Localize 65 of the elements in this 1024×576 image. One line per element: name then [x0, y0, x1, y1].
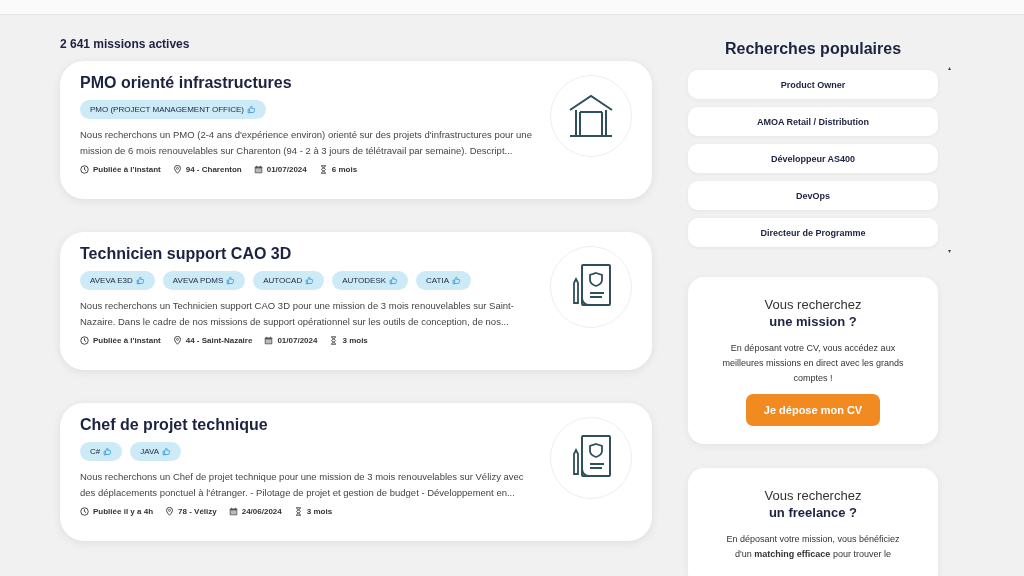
mission-description: Nous recherchons un Chef de projet technique pour une mission de 3 mois renouvelables sur Vélizy avec des déplacements ponctuel à l'étranger. - Pilotage de projet et gestion de budget - Développement en... — [80, 470, 525, 500]
published-time: Publiée à l'instant — [93, 165, 161, 174]
thumbs-up-icon — [452, 276, 462, 285]
thumbs-up-icon — [226, 276, 236, 285]
mission-title[interactable]: Chef de projet technique — [80, 416, 550, 434]
clock-icon — [80, 165, 89, 174]
popular-search-button[interactable]: Développeur AS400 — [688, 144, 938, 173]
thumbs-up-icon — [246, 105, 256, 114]
location: 44 - Saint-Nazaire — [185, 336, 253, 345]
clock-icon — [80, 336, 89, 345]
promo-text: En déposant votre CV, vous accédez aux meilleures missions en direct avec les grands comptes ! — [722, 342, 904, 385]
mission-card[interactable] — [60, 61, 652, 199]
skill-tag[interactable]: AUTOCAD — [253, 271, 325, 290]
skill-tag[interactable]: PMO (PROJECT MANAGEMENT OFFICE) — [80, 100, 266, 119]
calendar-icon — [264, 336, 274, 345]
popular-search-button[interactable]: DevOps — [688, 181, 938, 210]
thumbs-up-icon — [135, 276, 145, 285]
duration: 3 mois — [306, 507, 333, 516]
hourglass-icon — [293, 507, 303, 516]
location-pin-icon — [172, 336, 182, 345]
mission-count: 2 641 missions actives — [60, 37, 191, 51]
mission-card[interactable] — [60, 232, 652, 370]
popular-search-button[interactable]: Directeur de Programme — [688, 218, 938, 247]
calendar-icon — [253, 165, 263, 174]
location: 78 - Vélizy — [178, 507, 217, 516]
calendar-icon — [228, 507, 238, 516]
skill-tag[interactable]: AVEVA E3D — [80, 271, 155, 290]
mission-description: Nous recherchons un Technicien support CAO 3D pour une mission de 3 mois renouvelables sur Saint-Nazaire. Dans le cadre de nos missions de support opérationnel sur les outils de conception, de nos... — [80, 299, 515, 329]
promo-heading: Vous recherchez — [763, 297, 863, 312]
skill-tag[interactable]: AVEVA PDMS — [162, 271, 246, 290]
mission-title[interactable]: Technicien support CAO 3D — [80, 245, 550, 263]
hourglass-icon — [318, 165, 328, 174]
thumbs-up-icon — [389, 276, 399, 285]
promo-text: En déposant votre mission, vous bénéficiez d'un matching efficace pour trouver le — [725, 533, 901, 561]
popular-search-button[interactable]: AMOA Retail / Distribution — [688, 107, 938, 136]
thumbs-up-icon — [103, 447, 113, 456]
location-pin-icon — [172, 165, 182, 174]
promo-subheading: un freelance ? — [767, 505, 859, 520]
thumbs-up-icon — [162, 447, 172, 456]
section-title: Recherches populaires — [723, 40, 903, 58]
popular-search-button[interactable]: Product Owner — [688, 70, 938, 99]
location-pin-icon — [165, 507, 175, 516]
clock-icon — [80, 507, 89, 516]
start-date: 01/07/2024 — [266, 165, 307, 174]
published-time: Publiée il y a 4h — [93, 507, 154, 516]
mission-title[interactable]: PMO orienté infrastructures — [80, 74, 550, 92]
skill-tag[interactable]: C# — [80, 442, 123, 461]
start-date: 01/07/2024 — [277, 336, 318, 345]
hourglass-icon — [329, 336, 339, 345]
scroll-down-icon[interactable] — [948, 250, 951, 253]
duration: 6 mois — [331, 165, 358, 174]
mission-card[interactable] — [60, 403, 652, 541]
promo-subheading: une mission ? — [768, 314, 858, 329]
duration: 3 mois — [342, 336, 368, 345]
promo-heading: Vous recherchez — [763, 488, 863, 503]
skill-tag[interactable]: AUTODESK — [332, 271, 409, 290]
location: 94 - Charenton — [185, 165, 242, 174]
thumbs-up-icon — [305, 276, 315, 285]
scroll-up-icon[interactable] — [948, 67, 951, 70]
published-time: Publiée à l'instant — [93, 336, 161, 345]
start-date: 24/06/2024 — [241, 507, 282, 516]
skill-tag[interactable]: CATIA — [416, 271, 472, 290]
skill-tag[interactable]: JAVA — [130, 442, 182, 461]
building-icon — [568, 94, 614, 138]
mission-description: Nous recherchons un PMO (2-4 ans d'expérience environ) orienté sur des projets d'infrastructures pour une mission de 6 mois renouvelables sur Charenton (94 - 2 à 3 jours de télétravail par semaine). Descript... — [80, 128, 533, 158]
